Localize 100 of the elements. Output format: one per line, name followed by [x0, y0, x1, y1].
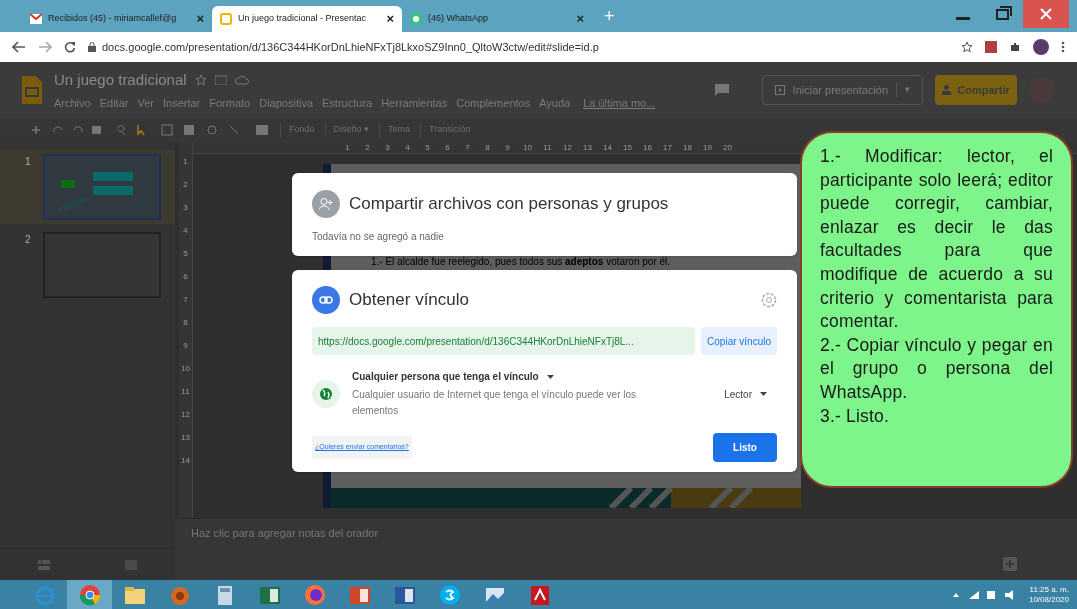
- slide-thumbnail-row[interactable]: 2: [0, 228, 175, 302]
- new-tab-button[interactable]: +: [592, 2, 627, 30]
- ruler-number: 20: [723, 142, 732, 153]
- share-subtitle: Todavía no se agregó a nadie: [312, 230, 445, 244]
- caret-icon: [760, 392, 767, 396]
- ruler-number: 8: [484, 142, 491, 153]
- ruler-number: 4: [183, 225, 188, 237]
- add-person-icon: [319, 198, 333, 210]
- ruler-number: 9: [183, 340, 188, 352]
- menu-item[interactable]: Estructura: [322, 95, 373, 112]
- ruler-number: 6: [444, 142, 451, 153]
- ruler-number: 12: [181, 409, 190, 421]
- reload-icon[interactable]: [64, 41, 76, 53]
- clock-time: 11:25 a. m.: [1029, 584, 1069, 595]
- slide-number: 1: [25, 155, 31, 169]
- ruler-number: 13: [181, 432, 190, 444]
- slides-logo-icon: [22, 76, 42, 104]
- star-icon[interactable]: [961, 41, 973, 53]
- ruler-number: 14: [603, 142, 612, 153]
- link-url-field[interactable]: https://docs.google.com/presentation/d/136C344HKorDnLhieNFxTj8L...: [312, 327, 696, 355]
- menu-item[interactable]: Insertar: [162, 95, 201, 112]
- ruler-number: 8: [183, 317, 188, 329]
- callout-text: 2.- Copiar vínculo y pegar en el grupo o persona del WhatsApp.: [820, 333, 1053, 404]
- tab-close-button[interactable]: ×: [386, 9, 394, 29]
- browser-tab[interactable]: Un juego tradicional - Presentac ×: [212, 6, 402, 32]
- menu-item[interactable]: Editar: [99, 95, 129, 112]
- ruler-number: 1: [344, 142, 351, 153]
- ruler-number: 3: [384, 142, 391, 153]
- close-icon[interactable]: [1040, 8, 1052, 20]
- ruler-number: 5: [183, 248, 188, 260]
- tab-title: Un juego tradicional - Presentac: [238, 12, 367, 26]
- ruler-number: 10: [181, 363, 190, 375]
- shape-tools-icon[interactable]: [160, 124, 270, 136]
- ruler-number: 1: [183, 156, 188, 168]
- menu-item[interactable]: Herramientas: [381, 95, 448, 112]
- share-title: Compartir archivos con personas y grupos: [349, 193, 669, 216]
- chrome-icon: [77, 583, 102, 606]
- ruler-number: 9: [504, 142, 511, 153]
- ruler-number: 5: [424, 142, 431, 153]
- avatar-icon[interactable]: [1033, 39, 1049, 55]
- person-icon: [942, 85, 952, 95]
- present-options-caret[interactable]: ▾: [896, 83, 910, 97]
- settings-icon[interactable]: [761, 292, 777, 308]
- ruler-number: 13: [583, 142, 592, 153]
- more-icon[interactable]: [1061, 41, 1065, 53]
- ruler-number: 11: [543, 142, 552, 153]
- slides-icon: [220, 13, 232, 25]
- list-view-icon[interactable]: [37, 559, 50, 570]
- slide-number: 2: [25, 233, 31, 247]
- ruler-number: 17: [663, 142, 672, 153]
- caret-icon: [546, 374, 554, 379]
- taskbar-button[interactable]: [67, 580, 112, 609]
- ruler-number: 2: [183, 179, 188, 191]
- tab-close-button[interactable]: ×: [576, 9, 584, 29]
- callout-text: 1.- Modificar: lector, el participante solo leerá; editor puede corregir, cambiar, enlazar es decir le das facultades para que modifique de acuerdo a su criterio y comentarista para comentar.: [820, 145, 1053, 334]
- clock-date: 10/08/2020: [1028, 594, 1069, 605]
- ruler-number: 14: [181, 455, 190, 467]
- add-icon[interactable]: [1003, 557, 1017, 571]
- comment-icon[interactable]: [713, 83, 730, 97]
- copy-link-button[interactable]: Copiar vínculo: [701, 327, 777, 355]
- star-icon[interactable]: [194, 73, 207, 86]
- slide-thumbnail-row[interactable]: 1: [0, 150, 175, 224]
- menu-item[interactable]: Formato: [209, 95, 251, 112]
- ruler-number: 15: [623, 142, 632, 153]
- menu-item[interactable]: Archivo: [54, 95, 91, 112]
- share-button[interactable]: Compartir: [935, 75, 1017, 105]
- ruler-number: 11: [181, 386, 190, 398]
- ruler-number: 19: [703, 142, 712, 153]
- ruler-number: 16: [643, 142, 652, 153]
- ruler-number: 10: [523, 142, 532, 153]
- ruler-number: 2: [364, 142, 371, 153]
- ruler-number: 12: [563, 142, 572, 153]
- ruler-number: 7: [183, 294, 188, 306]
- folder-icon[interactable]: [214, 74, 227, 85]
- forward-icon[interactable]: [38, 41, 52, 53]
- role-dropdown[interactable]: Lector: [724, 386, 777, 402]
- menu-item[interactable]: Complementos: [456, 95, 531, 112]
- document-title[interactable]: Un juego tradicional: [54, 68, 187, 91]
- globe-icon: [319, 387, 333, 401]
- last-edit-link[interactable]: La última mo...: [583, 95, 656, 112]
- present-icon: [774, 85, 785, 95]
- tab-close-button[interactable]: ×: [196, 9, 204, 29]
- chat-icon: [410, 13, 422, 25]
- present-button[interactable]: Iniciar presentación ▾: [761, 75, 923, 105]
- done-button[interactable]: Listo: [713, 433, 777, 462]
- mail-icon: [30, 14, 42, 24]
- menu-item[interactable]: Ayuda: [539, 95, 571, 112]
- link-title: Obtener vínculo: [349, 289, 470, 312]
- menu-item[interactable]: Diapositiva: [259, 95, 314, 112]
- lock-icon: [88, 42, 96, 52]
- link-icon: [319, 296, 333, 304]
- ruler-number: 4: [404, 142, 411, 153]
- cloud-icon[interactable]: [234, 74, 249, 85]
- slide-text: 1.- El alcalde fue reelegido, pues todos sus adeptos votaron por él.: [370, 256, 672, 268]
- menu-item[interactable]: Ver: [137, 95, 154, 112]
- back-icon[interactable]: [12, 41, 26, 53]
- ruler-number: 6: [183, 271, 188, 283]
- ruler-number: 3: [183, 202, 188, 214]
- access-dropdown[interactable]: Cualquier persona que tenga el vínculo: [352, 369, 539, 384]
- speaker-notes-field[interactable]: Haz clic para agregar notas del orador: [191, 525, 379, 542]
